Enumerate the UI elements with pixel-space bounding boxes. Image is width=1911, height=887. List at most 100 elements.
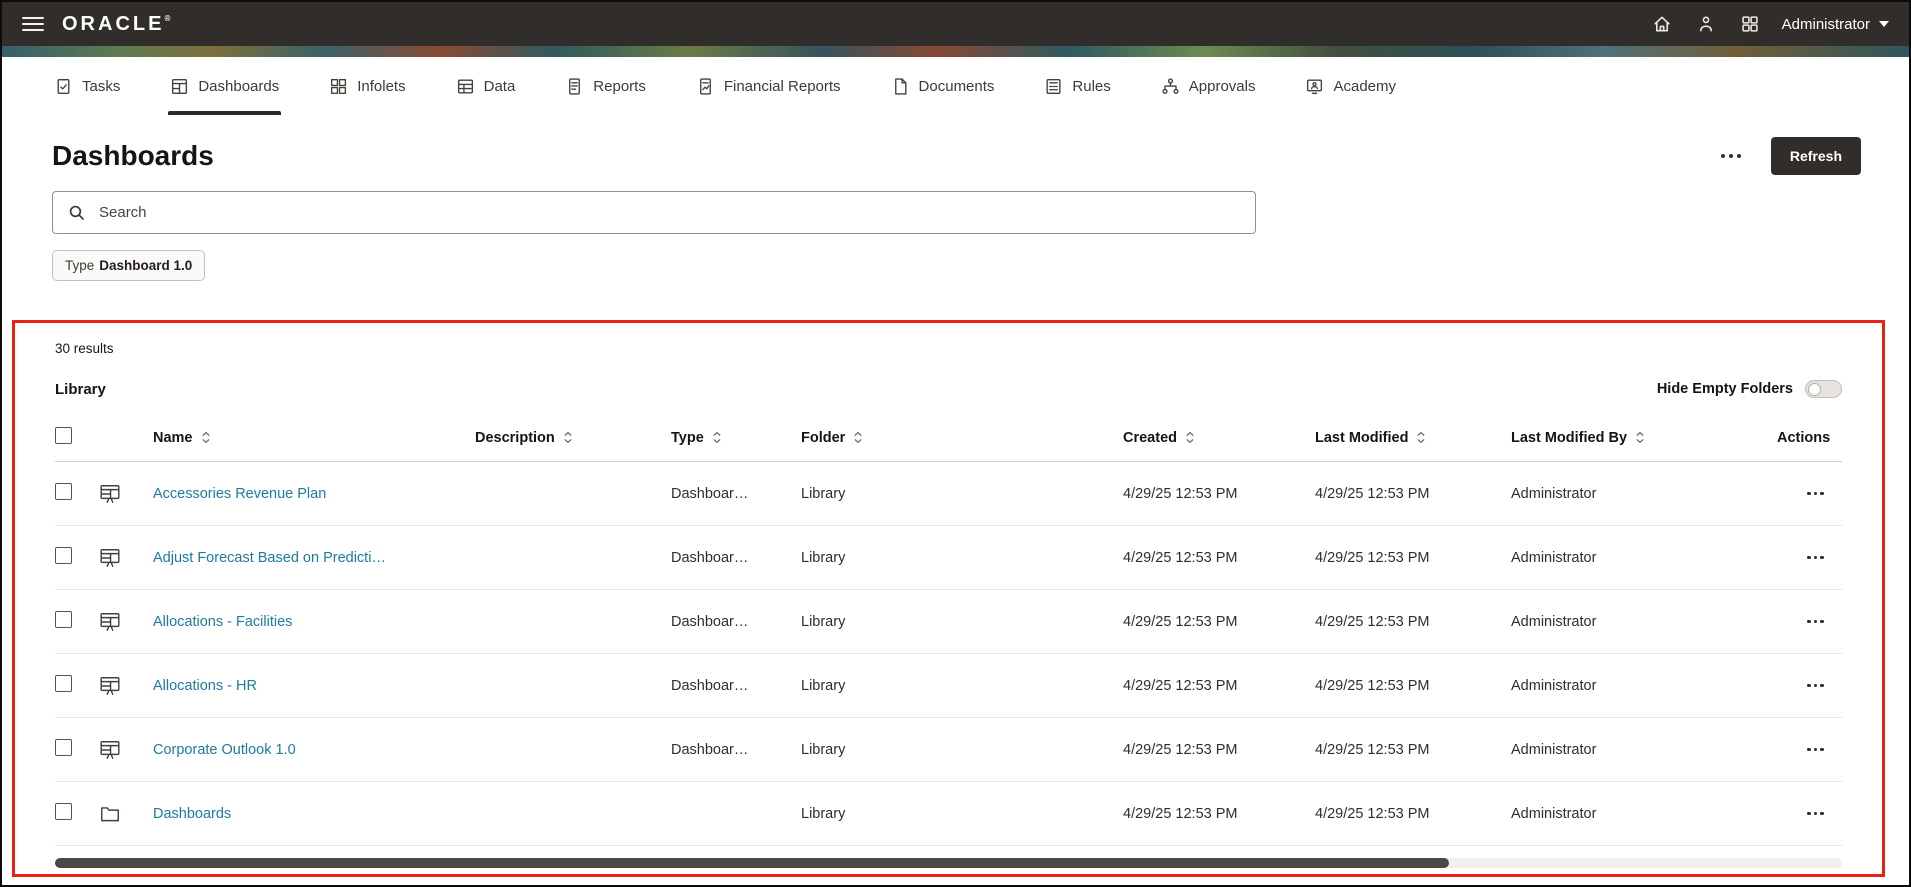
row-actions-cell [1777,676,1842,696]
tab-documents[interactable]: Documents [889,57,997,115]
tab-label: Tasks [82,77,121,95]
row-checkbox[interactable] [55,803,72,820]
row-actions-cell [1777,612,1842,632]
tab-academy[interactable]: Academy [1303,57,1398,115]
tab-label: Academy [1333,77,1397,95]
column-label: Description [475,429,555,446]
row-actions-cell [1777,804,1842,824]
sort-icon [1635,430,1645,445]
refresh-button[interactable]: Refresh [1770,137,1861,175]
row-last-modified-by: Administrator [1511,805,1597,822]
tab-label: Reports [593,77,646,95]
column-header-last-modified-by[interactable]: Last Modified By [1511,430,1777,446]
row-actions-cell [1777,548,1842,568]
row-last-modified-by: Administrator [1511,677,1597,694]
horizontal-scrollbar[interactable] [55,858,1842,868]
row-created: 4/29/25 12:53 PM [1123,549,1238,566]
sort-icon [563,430,573,445]
app-window: { "topbar": { "brand": "ORACLE", "regist… [0,0,1911,887]
page-header: Dashboards Refresh [2,115,1909,175]
dashboard-icon [99,675,153,697]
search-input[interactable] [97,203,1241,222]
row-last-modified: 4/29/25 12:53 PM [1315,549,1430,566]
tab-label: Documents [918,77,995,95]
column-header-description[interactable]: Description [475,430,671,446]
dashboard-icon [99,483,153,505]
row-type: Dashboar… [671,741,749,758]
rules-icon [1044,77,1063,96]
registered-mark: ® [164,13,171,23]
filter-chip[interactable]: Type Dashboard 1.0 [52,250,206,281]
row-last-modified: 4/29/25 12:53 PM [1315,613,1430,630]
tab-data[interactable]: Data [454,57,518,115]
tab-financial-reports[interactable]: Financial Reports [694,57,843,115]
column-header-last-modified[interactable]: Last Modified [1315,430,1511,446]
tab-label: Dashboards [198,77,280,95]
chevron-down-icon [1879,21,1889,27]
column-header-folder[interactable]: Folder [801,430,1123,446]
column-header-type[interactable]: Type [671,430,801,446]
scrollbar-thumb[interactable] [55,858,1449,868]
row-name-link[interactable]: Dashboards [153,806,231,822]
tab-label: Approvals [1188,77,1256,95]
row-name-link[interactable]: Corporate Outlook 1.0 [153,742,296,758]
row-type: Dashboar… [671,677,749,694]
column-header-created[interactable]: Created [1123,430,1315,446]
search-bar [52,191,1256,234]
column-header-name[interactable]: Name [153,430,475,446]
row-select-cell [55,483,99,504]
menu-button[interactable] [22,17,44,31]
row-actions-button[interactable] [1803,612,1828,632]
sort-icon [1185,430,1195,445]
table-row: Allocations - Facilities Dashboar… Library… [55,590,1842,654]
tab-rules[interactable]: Rules [1042,57,1112,115]
tab-label: Rules [1072,77,1111,95]
dashboard-icon [99,611,153,633]
row-name-link[interactable]: Adjust Forecast Based on Predicti… [153,550,386,566]
row-select-cell [55,611,99,632]
oracle-logo: ORACLE ® [62,13,170,36]
row-name-link[interactable]: Allocations - HR [153,678,257,694]
page-content: Dashboards Refresh Type Dashboard 1.0 30… [2,115,1909,877]
app-navigator-icon[interactable] [1738,12,1762,36]
more-actions-button[interactable] [1719,146,1743,166]
hide-empty-folders-toggle[interactable] [1805,380,1842,398]
select-all-checkbox[interactable] [55,427,72,444]
row-actions-button[interactable] [1803,484,1828,504]
row-actions-button[interactable] [1803,548,1828,568]
row-checkbox[interactable] [55,739,72,756]
row-actions-button[interactable] [1803,676,1828,696]
data-icon [456,77,475,96]
row-actions-cell [1777,740,1842,760]
row-checkbox[interactable] [55,675,72,692]
row-checkbox[interactable] [55,547,72,564]
search-icon [69,205,84,220]
row-checkbox[interactable] [55,483,72,500]
dashboard-icon [99,739,153,761]
column-label: Actions [1777,429,1831,446]
home-icon[interactable] [1650,12,1674,36]
row-last-modified: 4/29/25 12:53 PM [1315,485,1430,502]
row-checkbox[interactable] [55,611,72,628]
tasks-icon [54,77,73,96]
user-menu[interactable]: Administrator [1782,16,1889,33]
row-folder: Library [801,485,846,502]
tab-dashboards[interactable]: Dashboards [168,57,282,115]
tab-tasks[interactable]: Tasks [52,57,122,115]
section-title: Library [55,380,106,398]
user-name: Administrator [1781,15,1870,33]
row-created: 4/29/25 12:53 PM [1123,677,1238,694]
row-name-link[interactable]: Allocations - Facilities [153,614,292,630]
table-body: Accessories Revenue Plan Dashboar… Library… [55,462,1842,846]
tab-approvals[interactable]: Approvals [1159,57,1258,115]
row-last-modified-by: Administrator [1511,485,1597,502]
row-name-link[interactable]: Accessories Revenue Plan [153,486,326,502]
tab-infolets[interactable]: Infolets [327,57,407,115]
toggle-knob [1808,382,1821,396]
user-assistance-icon[interactable] [1694,12,1718,36]
tab-reports[interactable]: Reports [563,57,648,115]
column-label: Last Modified [1315,429,1409,446]
table-row: Allocations - HR Dashboar… Library 4/29/25 … [55,654,1842,718]
row-actions-button[interactable] [1803,804,1828,824]
row-actions-button[interactable] [1803,740,1828,760]
